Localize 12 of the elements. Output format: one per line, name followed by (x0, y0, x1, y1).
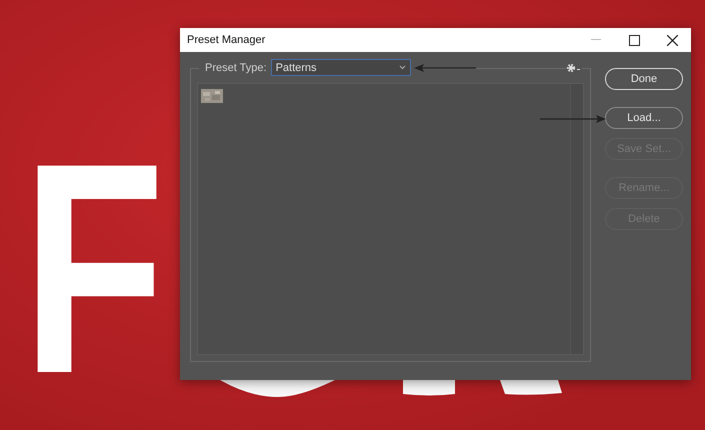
minimize-icon (591, 39, 601, 41)
canvas-letter: F (22, 118, 165, 418)
preset-type-dropdown[interactable]: Patterns (270, 59, 411, 76)
close-icon (666, 34, 678, 46)
maximize-icon (628, 34, 640, 46)
arrow-icon (540, 114, 606, 124)
preset-type-label: Preset Type: (205, 62, 267, 74)
dialog-button[interactable]: Load... (605, 107, 683, 129)
window-title: Preset Manager (187, 34, 266, 46)
caret-icon (398, 65, 406, 70)
arrow-icon (414, 63, 476, 73)
dialog-button[interactable]: Done (605, 68, 683, 90)
